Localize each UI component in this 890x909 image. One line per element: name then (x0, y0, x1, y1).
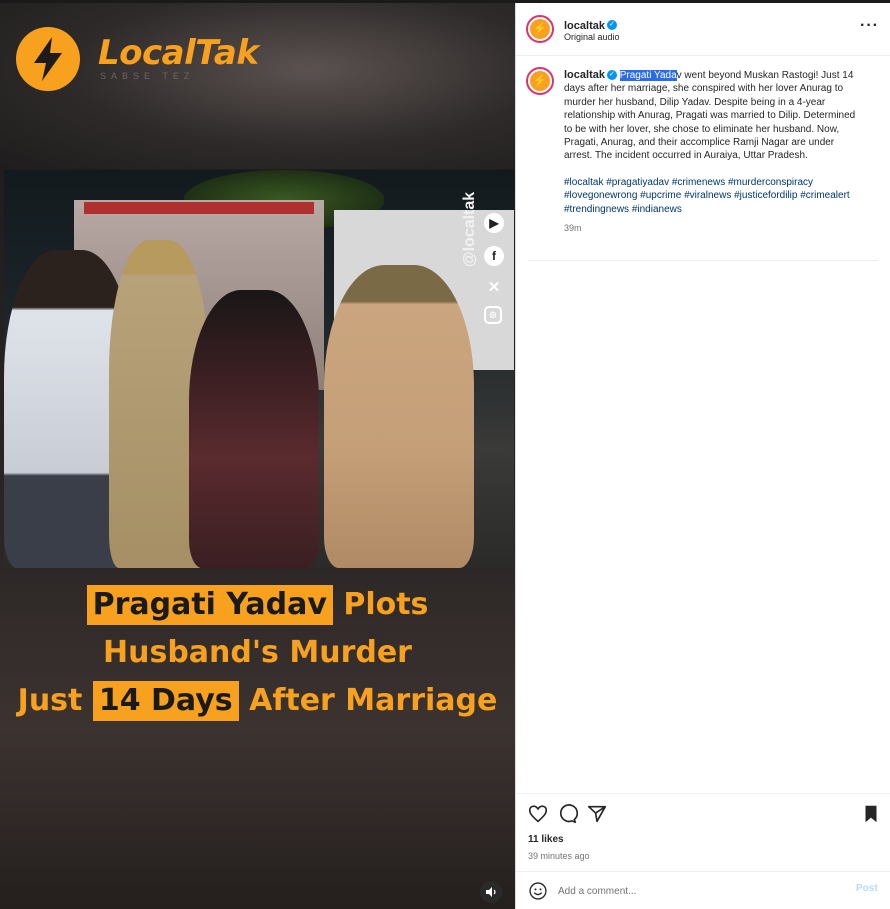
localtak-logo-icon (16, 27, 80, 91)
x-icon: ✕ (487, 279, 501, 296)
photo-person (189, 290, 319, 568)
facebook-icon: f (484, 246, 504, 266)
video-header-area: LocalTak SABSE TEZ (0, 3, 515, 169)
photo-roof (84, 202, 314, 214)
caption-highlight: 14 Days (92, 681, 239, 721)
caption-username[interactable]: localtak (564, 69, 605, 81)
share-icon[interactable] (586, 803, 608, 825)
bookmark-icon[interactable] (860, 803, 882, 825)
instagram-icon: ◎ (484, 306, 502, 324)
posted-time: 39 minutes ago (528, 851, 590, 861)
post-button[interactable]: Post (856, 883, 878, 894)
verified-badge-icon: ✓ (606, 19, 617, 30)
caption-divider (528, 260, 878, 261)
video-watermark: @localtak ▶ f ✕ ◎ (461, 128, 508, 328)
post-time: 39m (564, 223, 582, 234)
likes-count[interactable]: 11 likes (528, 834, 564, 845)
selected-text: Pragati Yada (619, 70, 677, 81)
reel-video[interactable]: LocalTak SABSE TEZ @localtak ▶ f ✕ ◎ Pra… (0, 3, 515, 909)
speaker-icon[interactable] (480, 881, 502, 903)
more-options-icon[interactable]: ··· (860, 17, 879, 35)
caption-line-2: Husband's Murder (103, 635, 412, 670)
comment-icon[interactable] (556, 803, 578, 825)
caption-text: After Marriage (238, 683, 498, 718)
caption-line-1: Pragati Yadav Plots (0, 581, 515, 629)
photo-person (324, 265, 474, 568)
video-caption: Pragati Yadav Plots Husband's Murder Jus… (0, 581, 515, 725)
news-photo (4, 170, 514, 568)
post-panel: ⚡ localtak ✓ Original audio ··· ⚡ localta… (516, 3, 890, 909)
caption-text: Plots (332, 587, 429, 622)
heart-icon[interactable] (527, 803, 549, 825)
caption-highlight: Pragati Yadav (86, 585, 333, 625)
caption-text: Just (17, 683, 93, 718)
avatar[interactable]: ⚡ (526, 15, 554, 43)
comment-input[interactable] (558, 882, 838, 900)
watermark-handle: @localtak (461, 191, 478, 267)
original-audio-link[interactable]: Original audio (564, 32, 620, 42)
header-divider (516, 55, 890, 56)
hashtags[interactable]: #localtak #pragatiyadav #crimenews #murd… (564, 176, 864, 216)
caption-line-3: Just 14 Days After Marriage (0, 677, 515, 725)
comment-divider (516, 871, 890, 872)
verified-badge-icon: ✓ (606, 70, 617, 81)
post-caption: localtak ✓ Pragati Yadav went beyond Musk… (564, 69, 864, 235)
actions-divider (516, 793, 890, 794)
header-username[interactable]: localtak (564, 20, 605, 32)
youtube-icon: ▶ (484, 213, 504, 233)
logo-wordmark: LocalTak (98, 33, 259, 73)
localtak-logo-icon: ⚡ (530, 19, 550, 39)
logo-tagline: SABSE TEZ (100, 71, 195, 81)
avatar[interactable]: ⚡ (526, 67, 554, 95)
caption-body: v went beyond Muskan Rastogi! Just 14 da… (564, 70, 856, 162)
emoji-icon[interactable] (528, 881, 548, 901)
localtak-logo-icon: ⚡ (530, 71, 550, 91)
